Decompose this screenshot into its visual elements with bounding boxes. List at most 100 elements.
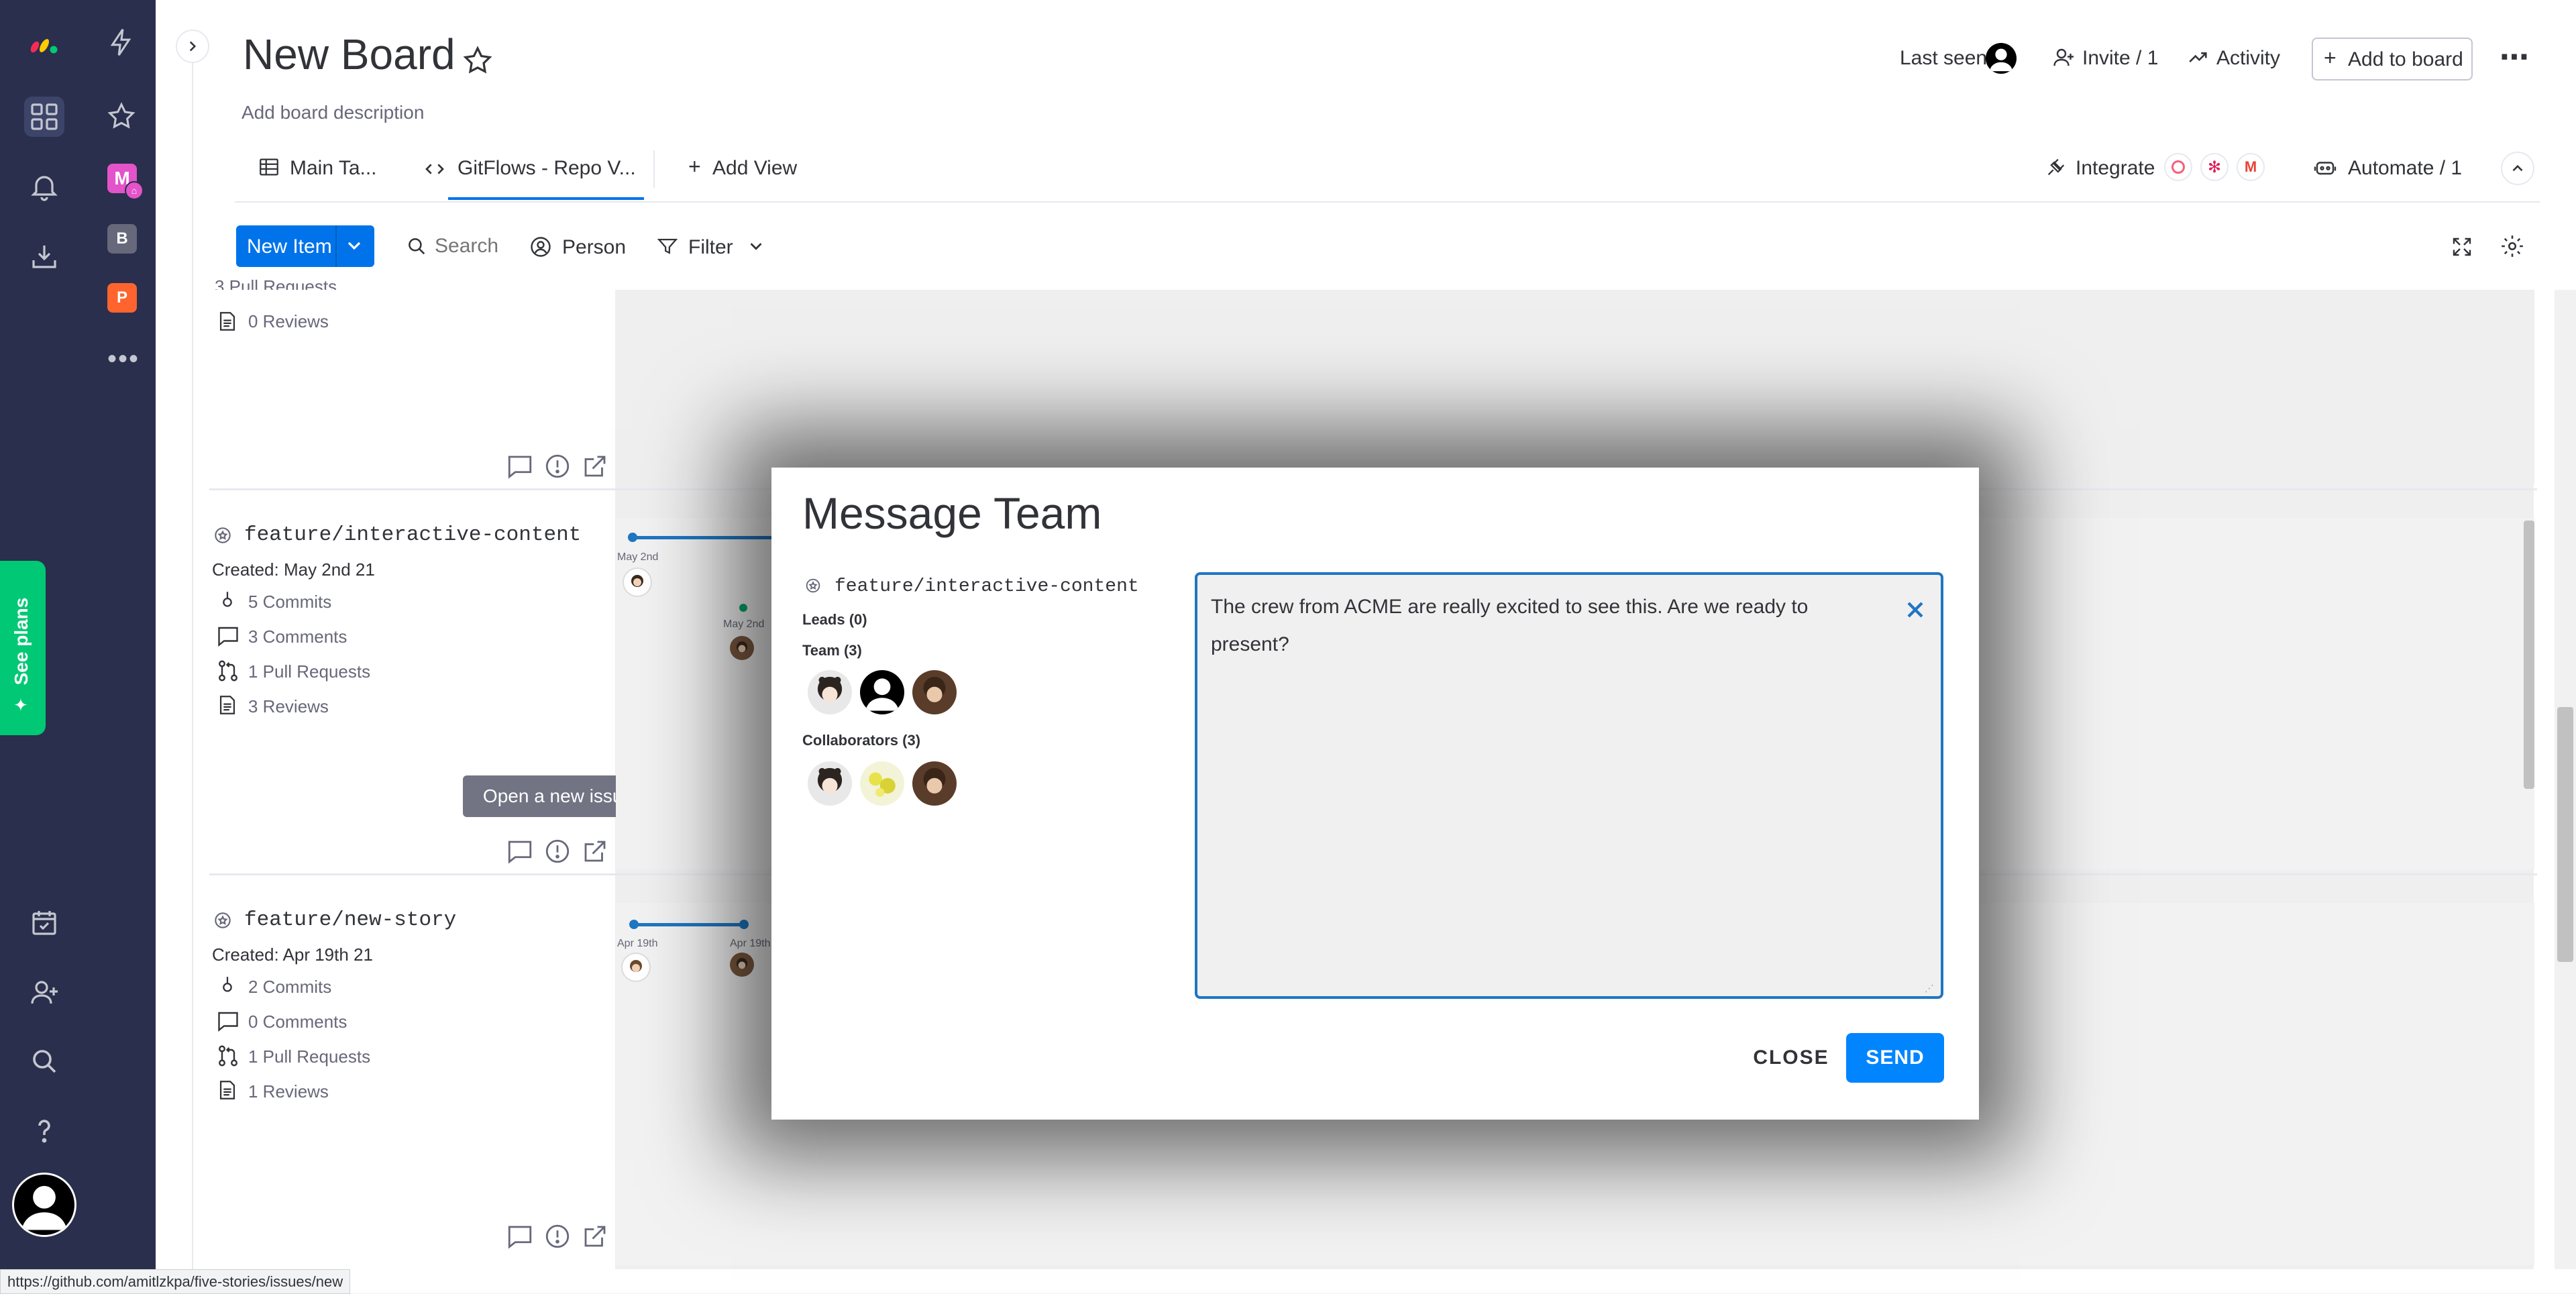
clear-close-icon[interactable] xyxy=(1902,596,1929,623)
filter-funnel-icon[interactable] xyxy=(656,235,679,258)
monday-logo[interactable] xyxy=(24,23,64,63)
workspace-b[interactable]: B xyxy=(107,224,137,254)
created-date: Created: Apr 19th 21 xyxy=(212,945,373,965)
add-to-board-button[interactable]: + Add to board xyxy=(2312,38,2473,80)
reviews-count: 0 Reviews xyxy=(248,311,329,331)
see-plans-button[interactable]: See plans ✦ xyxy=(0,561,46,735)
board-title[interactable]: New Board xyxy=(243,30,455,79)
team-avatar[interactable] xyxy=(808,670,852,714)
commit-icon xyxy=(216,589,239,612)
collapse-header-button[interactable] xyxy=(2501,152,2534,185)
open-external-icon[interactable] xyxy=(581,837,609,865)
comment-icon[interactable] xyxy=(506,837,534,865)
workspace-letter: B xyxy=(116,229,128,248)
activity-icon[interactable] xyxy=(2187,46,2210,68)
open-external-icon[interactable] xyxy=(581,452,609,480)
more-options-icon[interactable]: ⋯ xyxy=(2500,43,2530,72)
pull-requests-count: 1 Pull Requests xyxy=(248,1046,371,1067)
timeline-line xyxy=(633,923,745,926)
settings-gear-icon[interactable] xyxy=(2500,233,2525,259)
fullscreen-icon[interactable] xyxy=(2450,235,2474,259)
board-description[interactable]: Add board description xyxy=(241,102,424,123)
chevron-down-icon[interactable] xyxy=(746,236,766,256)
more-workspaces-icon[interactable]: ••• xyxy=(107,345,140,372)
timeline-node[interactable] xyxy=(739,920,749,929)
help-icon[interactable] xyxy=(24,1111,64,1151)
tab-gitflows[interactable]: GitFlows - Repo V... xyxy=(458,157,636,180)
comment-icon[interactable] xyxy=(506,1222,534,1250)
tab-main-table[interactable]: Main Ta... xyxy=(290,157,377,180)
invite-members-icon[interactable] xyxy=(24,973,64,1013)
commit-avatar[interactable] xyxy=(623,568,652,597)
search-icon[interactable] xyxy=(405,235,428,258)
issue-alert-icon[interactable] xyxy=(543,837,572,865)
workspace-grid-icon[interactable] xyxy=(24,97,64,137)
integrate-button[interactable]: Integrate xyxy=(2076,157,2155,180)
notifications-bell-icon[interactable] xyxy=(24,166,64,207)
commit-avatar[interactable] xyxy=(621,953,651,982)
invite-person-icon[interactable] xyxy=(2051,46,2076,70)
close-button[interactable]: CLOSE xyxy=(1744,1033,1838,1083)
timeline-node[interactable] xyxy=(629,920,639,929)
filter-button[interactable]: Filter xyxy=(688,236,733,259)
message-text: The crew from ACME are really excited to… xyxy=(1211,596,1809,655)
timeline-node[interactable] xyxy=(739,604,747,612)
comment-icon xyxy=(216,1009,240,1033)
issue-alert-icon[interactable] xyxy=(543,452,572,480)
collaborator-avatar[interactable] xyxy=(912,761,957,806)
team-avatar[interactable] xyxy=(912,670,957,714)
favorite-star-icon[interactable] xyxy=(462,44,494,76)
issue-alert-icon[interactable] xyxy=(543,1222,572,1250)
favorites-star-icon[interactable] xyxy=(106,101,137,131)
slack-icon[interactable]: ✻ xyxy=(2200,153,2229,181)
team-label: Team (3) xyxy=(802,642,862,659)
invite-button[interactable]: Invite / 1 xyxy=(2082,47,2158,70)
collapse-sidebar-button[interactable] xyxy=(176,30,209,63)
commit-avatar[interactable] xyxy=(730,636,754,660)
workspace-m[interactable]: M ⌂ xyxy=(107,164,144,200)
reviews-icon xyxy=(216,310,239,333)
branch-name[interactable]: feature/new-story xyxy=(244,908,456,932)
last-seen-avatar[interactable] xyxy=(1986,43,2017,74)
commit-avatar[interactable] xyxy=(730,953,754,977)
automate-button[interactable]: Automate / 1 xyxy=(2348,157,2462,180)
reviews-icon xyxy=(216,1079,239,1101)
plus-icon: + xyxy=(2324,46,2337,70)
integrate-icon[interactable] xyxy=(2045,156,2068,178)
workspace-p[interactable]: P xyxy=(107,283,137,313)
gmail-icon[interactable]: M xyxy=(2237,153,2265,181)
comment-icon[interactable] xyxy=(506,452,534,480)
open-external-icon[interactable] xyxy=(581,1222,609,1250)
modal-branch-name: feature/interactive-content xyxy=(835,576,1139,597)
my-work-calendar-icon[interactable] xyxy=(24,903,64,943)
add-to-board-label: Add to board xyxy=(2348,48,2463,70)
activity-button[interactable]: Activity xyxy=(2216,47,2280,70)
resize-handle-icon[interactable]: ⋰ xyxy=(1925,983,1934,994)
status-url: https://github.com/amitlzkpa/five-storie… xyxy=(0,1269,351,1294)
add-view-button[interactable]: Add View xyxy=(712,157,797,180)
user-avatar[interactable] xyxy=(12,1173,76,1237)
branch-name[interactable]: feature/interactive-content xyxy=(244,523,581,547)
inbox-download-icon[interactable] xyxy=(24,236,64,276)
search-input[interactable] xyxy=(433,231,523,262)
comments-count: 3 Comments xyxy=(248,627,347,647)
message-textarea[interactable]: The crew from ACME are really excited to… xyxy=(1195,572,1943,999)
scrollbar-thumb[interactable] xyxy=(2557,707,2573,962)
integration-app-icon[interactable] xyxy=(2164,153,2192,181)
split-divider xyxy=(335,225,337,267)
person-filter-button[interactable]: Person xyxy=(562,236,626,259)
chevron-down-icon[interactable] xyxy=(343,235,365,256)
automate-robot-icon[interactable] xyxy=(2313,156,2337,180)
timeline-scrollbar-thumb[interactable] xyxy=(2524,521,2534,789)
lightning-icon[interactable] xyxy=(106,27,137,58)
search-icon[interactable] xyxy=(24,1041,64,1081)
person-icon[interactable] xyxy=(529,235,553,259)
team-avatar[interactable] xyxy=(860,670,904,714)
new-item-button[interactable]: New Item xyxy=(236,225,374,267)
collaborator-avatar[interactable] xyxy=(860,761,904,806)
send-button[interactable]: SEND xyxy=(1846,1033,1944,1083)
timeline-node[interactable] xyxy=(628,533,637,542)
last-seen-label[interactable]: Last seen xyxy=(1900,47,1987,70)
modal-title: Message Team xyxy=(802,488,1102,538)
collaborator-avatar[interactable] xyxy=(808,761,852,806)
